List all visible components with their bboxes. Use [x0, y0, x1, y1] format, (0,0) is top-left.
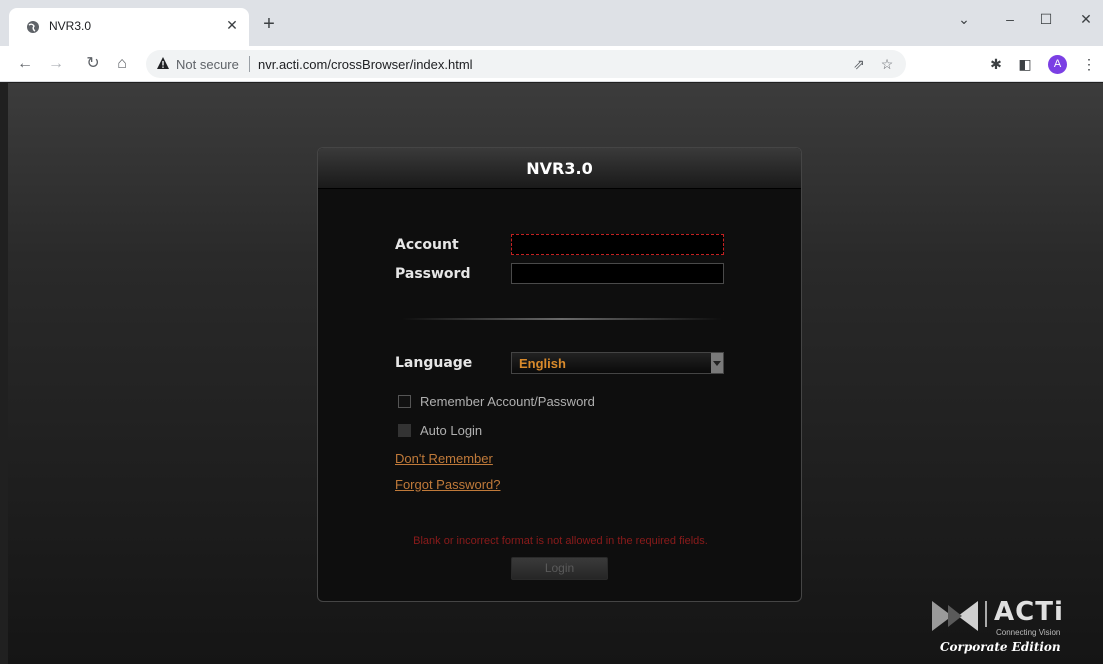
- warning-icon: [157, 57, 169, 69]
- language-value: English: [519, 356, 566, 371]
- profile-avatar[interactable]: A: [1048, 55, 1067, 74]
- close-tab-icon[interactable]: ✕: [224, 17, 240, 33]
- browser-tab[interactable]: NVR3.0 ✕: [9, 8, 249, 46]
- new-tab-button[interactable]: +: [259, 14, 279, 34]
- acti-mark-icon: [932, 601, 978, 631]
- page-background: NVR3.0 Account Password Language English…: [8, 83, 1103, 664]
- globe-icon: [27, 21, 39, 33]
- security-status[interactable]: Not secure: [176, 57, 239, 72]
- tab-title: NVR3.0: [49, 19, 92, 33]
- tab-search-icon[interactable]: ⌄: [953, 8, 975, 30]
- forgot-password-link[interactable]: Forgot Password?: [395, 477, 501, 492]
- login-panel: NVR3.0 Account Password Language English…: [317, 147, 802, 602]
- forward-button[interactable]: →: [44, 52, 68, 76]
- error-message: Blank or incorrect format is not allowed…: [413, 535, 708, 547]
- remember-checkbox[interactable]: [398, 395, 411, 408]
- dont-remember-link[interactable]: Don't Remember: [395, 451, 493, 466]
- address-bar[interactable]: Not secure nvr.acti.com/crossBrowser/ind…: [146, 50, 906, 78]
- reload-button[interactable]: ↻: [81, 52, 105, 76]
- extensions-icon[interactable]: ✱: [987, 55, 1005, 73]
- login-title: NVR3.0: [526, 159, 593, 178]
- maximize-button[interactable]: ☐: [1035, 8, 1057, 30]
- password-input[interactable]: [512, 264, 723, 283]
- url-text[interactable]: nvr.acti.com/crossBrowser/index.html: [258, 57, 473, 72]
- account-label: Account: [395, 237, 459, 253]
- close-window-button[interactable]: ✕: [1075, 8, 1097, 30]
- browser-toolbar: ← → ↻ ⌂ Not secure nvr.acti.com/crossBro…: [0, 46, 1103, 82]
- auto-login-label[interactable]: Auto Login: [420, 423, 482, 438]
- brand-name: ACTi: [994, 597, 1064, 627]
- omnibox-separator: [249, 56, 250, 72]
- login-panel-header: NVR3.0: [318, 148, 801, 189]
- language-select[interactable]: English: [511, 352, 724, 374]
- side-panel-icon[interactable]: ◧: [1016, 55, 1034, 73]
- remember-label[interactable]: Remember Account/Password: [420, 394, 595, 409]
- edition-label: Corporate Edition: [940, 640, 1061, 654]
- account-input[interactable]: [512, 235, 723, 254]
- minimize-button[interactable]: –: [999, 8, 1021, 30]
- login-button[interactable]: Login: [511, 557, 608, 580]
- auto-login-checkbox[interactable]: [398, 424, 411, 437]
- section-divider: [402, 318, 722, 320]
- language-label: Language: [395, 355, 473, 371]
- acti-logo: ACTi Connecting Vision Corporate Edition: [930, 595, 1100, 657]
- share-icon[interactable]: ⇗: [850, 55, 868, 73]
- menu-kebab-icon[interactable]: ⋮: [1080, 55, 1098, 73]
- brand-tagline: Connecting Vision: [996, 628, 1061, 637]
- browser-tab-strip: NVR3.0 ✕ + ⌄ – ☐ ✕: [0, 0, 1103, 46]
- bookmark-star-icon[interactable]: ☆: [878, 55, 896, 73]
- password-label: Password: [395, 266, 471, 282]
- logo-divider: [985, 601, 987, 627]
- account-field[interactable]: [511, 234, 724, 255]
- password-field[interactable]: [511, 263, 724, 284]
- back-button[interactable]: ←: [13, 52, 37, 76]
- home-button[interactable]: ⌂: [110, 52, 134, 76]
- chevron-down-icon[interactable]: [711, 353, 723, 373]
